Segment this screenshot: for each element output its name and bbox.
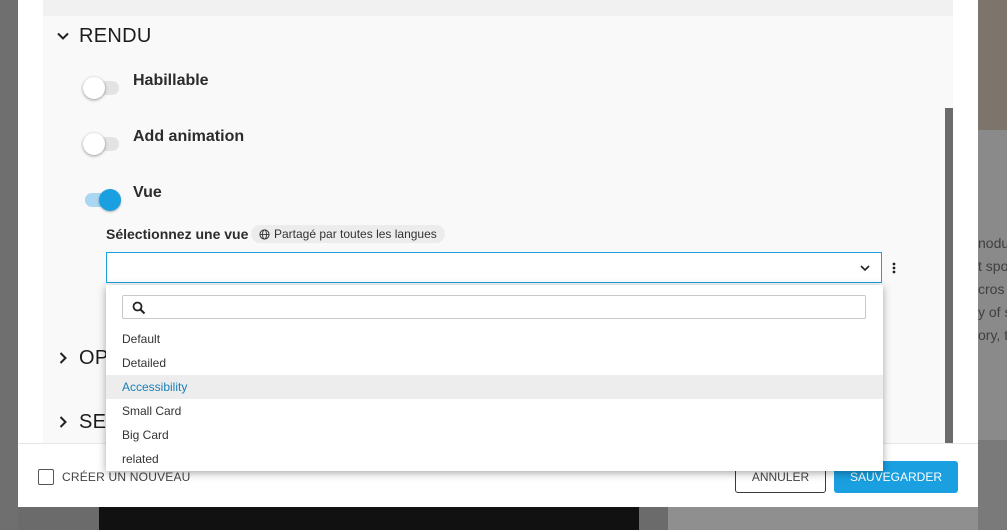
background-text-line: y of s	[978, 304, 1007, 320]
select-view-label: Sélectionnez une vue	[106, 226, 249, 242]
section-title: SE	[79, 410, 107, 433]
globe-icon	[259, 228, 270, 240]
background-image-dark	[99, 505, 639, 530]
dropdown-option-accessibility[interactable]: Accessibility	[106, 375, 883, 399]
dropdown-search	[122, 295, 866, 319]
section-title: RENDU	[79, 24, 152, 47]
background-image-light	[668, 505, 978, 530]
background-left	[0, 0, 18, 530]
toggle-label: Habillable	[133, 72, 209, 89]
dropdown-option-small-card[interactable]: Small Card	[106, 399, 883, 423]
toggle-label: Add animation	[133, 128, 245, 145]
toggle-row-vue: Vue	[85, 184, 162, 211]
chevron-right-icon	[59, 352, 67, 364]
background-photo	[978, 440, 1007, 530]
chevron-right-icon	[59, 416, 67, 428]
panel-scrollbar[interactable]	[945, 108, 953, 443]
scrollbar-thumb[interactable]	[945, 108, 953, 443]
background-page-right: nodu t spo cros y of s ory, t	[978, 0, 1007, 530]
toggle-row-habillable: Habillable	[83, 72, 209, 99]
chevron-down-icon	[860, 265, 870, 272]
create-new-label: CRÉER UN NOUVEAU	[62, 470, 191, 484]
background-photo	[978, 0, 1007, 130]
toggle-row-add-animation: Add animation	[83, 128, 244, 155]
shared-languages-badge: Partagé par toutes les langues	[251, 225, 445, 243]
toggle-label: Vue	[133, 184, 162, 201]
background-text-line: t spo	[978, 258, 1007, 274]
more-options-icon[interactable]	[887, 260, 901, 276]
section-title: OP	[79, 346, 109, 369]
view-select[interactable]	[106, 252, 882, 283]
section-op-header[interactable]: OP	[55, 338, 109, 378]
create-new-checkbox[interactable]	[38, 469, 54, 485]
background-text-line: ory, t	[978, 327, 1007, 343]
dropdown-option-big-card[interactable]: Big Card	[106, 423, 883, 447]
background-text-line: cros	[978, 281, 1005, 297]
dropdown-option-default[interactable]: Default	[106, 327, 883, 351]
background-text: nodu t spo cros y of s ory, t	[978, 232, 1007, 347]
section-se-header[interactable]: SE	[55, 402, 106, 442]
modal-top-strip	[18, 0, 978, 16]
view-dropdown-menu: Default Detailed Accessibility Small Car…	[106, 285, 883, 471]
dropdown-options: Default Detailed Accessibility Small Car…	[106, 327, 883, 471]
dropdown-option-related[interactable]: related	[106, 447, 883, 471]
badge-text: Partagé par toutes les langues	[274, 227, 437, 241]
chevron-down-icon	[57, 32, 69, 40]
dropdown-option-detailed[interactable]: Detailed	[106, 351, 883, 375]
habillable-toggle[interactable]	[83, 77, 119, 99]
vue-toggle[interactable]	[85, 189, 121, 211]
section-rendu-header[interactable]: RENDU	[55, 16, 152, 56]
background-text-line: nodu	[978, 235, 1007, 251]
add-animation-toggle[interactable]	[83, 133, 119, 155]
dropdown-search-input[interactable]	[153, 298, 853, 316]
search-icon	[132, 301, 146, 315]
